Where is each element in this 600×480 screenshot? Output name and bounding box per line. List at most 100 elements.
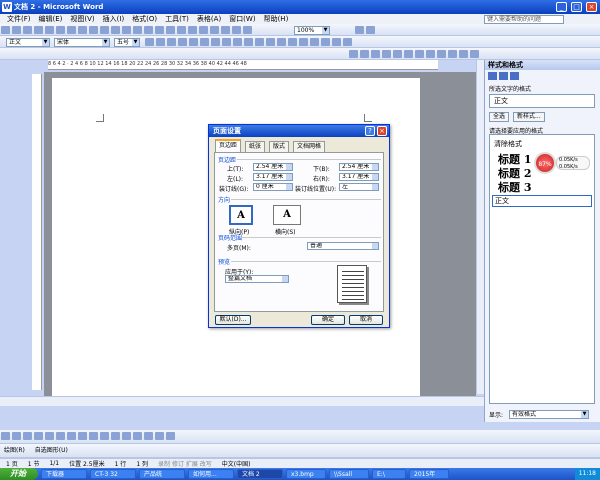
copy-icon[interactable] <box>111 26 120 34</box>
menu-format[interactable]: 格式(O) <box>128 14 161 24</box>
system-tray-clock[interactable]: 11:18 <box>574 468 600 480</box>
menu-view[interactable]: 视图(V) <box>66 14 98 24</box>
close-button[interactable]: × <box>586 2 597 12</box>
spinner-icon[interactable] <box>372 164 378 170</box>
align-justify-icon[interactable] <box>211 38 220 46</box>
taskbar-item-7[interactable]: \\Ssall <box>329 469 369 479</box>
taskbar-item-9[interactable]: 2015年 <box>409 469 449 479</box>
left-margin-input[interactable]: 3.17 厘米 <box>253 173 293 181</box>
bullets-icon[interactable] <box>277 38 286 46</box>
horizontal-ruler[interactable]: 8 6 4 2 · 2 4 6 8 10 12 14 16 18 20 22 2… <box>48 60 438 70</box>
phonetic-icon[interactable] <box>343 38 352 46</box>
vertical-ruler[interactable] <box>32 74 42 390</box>
word-app-icon[interactable]: W <box>2 2 12 12</box>
excel-icon[interactable] <box>199 26 208 34</box>
dialog-help-button[interactable]: ? <box>365 126 375 136</box>
chevron-down-icon[interactable] <box>282 276 288 282</box>
tab-layout[interactable]: 版式 <box>269 141 290 152</box>
print-preview-icon[interactable] <box>67 26 76 34</box>
taskbar-item-4[interactable]: 如何用... <box>188 469 234 479</box>
tables-icon[interactable] <box>177 26 186 34</box>
font-size-select[interactable]: 五号 ▼ <box>114 38 140 47</box>
new-doc-icon[interactable] <box>1 26 10 34</box>
draw-tool-icon-3[interactable] <box>23 432 32 440</box>
draw-tool-icon-11[interactable] <box>111 432 120 440</box>
style-select[interactable]: 正文 ▼ <box>6 38 50 47</box>
taskbar-item-1[interactable]: 下载器 <box>41 469 87 479</box>
insert-table-icon[interactable] <box>188 26 197 34</box>
distributed-icon[interactable] <box>244 38 253 46</box>
menu-help[interactable]: 帮助(H) <box>260 14 293 24</box>
top-margin-input[interactable]: 2.54 厘米 <box>253 163 293 171</box>
draw-tool-icon-14[interactable] <box>144 432 153 440</box>
zoom-select[interactable]: 100% ▼ <box>294 26 330 35</box>
save-icon[interactable] <box>23 26 32 34</box>
minimize-button[interactable]: _ <box>556 2 567 12</box>
chevron-down-icon[interactable] <box>372 243 378 249</box>
help-icon[interactable] <box>355 26 365 34</box>
taskbar-item-8[interactable]: E:\ <box>372 469 406 479</box>
toolbar-tool-icon-5[interactable] <box>393 50 402 58</box>
underline-icon[interactable] <box>167 38 176 46</box>
char-shading-icon[interactable] <box>189 38 198 46</box>
portrait-option[interactable]: A <box>229 205 253 225</box>
spelling-icon[interactable] <box>78 26 87 34</box>
columns-icon[interactable] <box>210 26 219 34</box>
toolbar-tool-icon-3[interactable] <box>371 50 380 58</box>
menu-table[interactable]: 表格(A) <box>193 14 225 24</box>
cut-icon[interactable] <box>100 26 109 34</box>
help-search-input[interactable]: 键入需要帮助的问题 <box>484 15 564 24</box>
spinner-icon[interactable] <box>286 164 292 170</box>
taskbar-item-6[interactable]: x3.bmp <box>286 469 326 479</box>
draw-tool-icon-1[interactable] <box>1 432 10 440</box>
maximize-button[interactable]: □ <box>571 2 582 12</box>
menu-insert[interactable]: 插入(I) <box>99 14 129 24</box>
menu-edit[interactable]: 编辑(E) <box>35 14 67 24</box>
spinner-icon[interactable] <box>372 174 378 180</box>
toolbar-tool-icon-4[interactable] <box>382 50 391 58</box>
open-icon[interactable] <box>12 26 21 34</box>
clear-format-item[interactable]: 清除格式 <box>494 139 522 149</box>
tab-doc-grid[interactable]: 文档网格 <box>293 141 326 152</box>
decrease-indent-icon[interactable] <box>288 38 297 46</box>
taskbar-item-2[interactable]: CT-3 32 <box>90 469 136 479</box>
highlight-icon[interactable] <box>321 38 330 46</box>
toolbar-tool-icon-7[interactable] <box>415 50 424 58</box>
new-style-button[interactable]: 新样式... <box>513 112 545 122</box>
tab-margins[interactable]: 页边距 <box>215 139 242 152</box>
gutter-input[interactable]: 0 厘米 <box>253 183 293 191</box>
taskbar-item-5[interactable]: 文档 2 <box>237 469 283 479</box>
start-button[interactable]: 开始 <box>0 468 38 480</box>
toolbar-tool-icon-12[interactable] <box>470 50 479 58</box>
drawing-icon[interactable] <box>221 26 230 34</box>
landscape-label[interactable]: 横向(S) <box>275 227 296 236</box>
bottom-margin-input[interactable]: 2.54 厘米 <box>339 163 379 171</box>
undo-icon[interactable] <box>144 26 153 34</box>
style-normal[interactable]: 正文 <box>492 195 592 207</box>
toolbar-tool-icon-9[interactable] <box>437 50 446 58</box>
toolbar-tool-icon-1[interactable] <box>349 50 358 58</box>
forward-icon[interactable] <box>499 72 508 80</box>
draw-tool-icon-4[interactable] <box>34 432 43 440</box>
font-select[interactable]: 宋体 ▼ <box>54 38 110 47</box>
draw-tool-icon-16[interactable] <box>166 432 175 440</box>
format-painter-icon[interactable] <box>133 26 142 34</box>
style-heading-3[interactable]: 标题 3 <box>498 179 531 195</box>
toolbar-tool-icon-2[interactable] <box>360 50 369 58</box>
doc-map-icon[interactable] <box>232 26 241 34</box>
align-right-icon[interactable] <box>233 38 242 46</box>
hyperlink-icon[interactable] <box>166 26 175 34</box>
chevron-down-icon[interactable] <box>372 184 378 190</box>
paste-icon[interactable] <box>122 26 131 34</box>
horizontal-scrollbar[interactable] <box>0 396 484 406</box>
draw-tool-icon-12[interactable] <box>122 432 131 440</box>
draw-tool-icon-7[interactable] <box>67 432 76 440</box>
toolbar-tool-icon-8[interactable] <box>426 50 435 58</box>
toolbar-tool-icon-6[interactable] <box>404 50 413 58</box>
apply-to-select[interactable]: 整篇文档 <box>225 275 289 283</box>
draw-tool-icon-13[interactable] <box>133 432 142 440</box>
research-icon[interactable] <box>89 26 98 34</box>
toolbar-tool-icon-11[interactable] <box>459 50 468 58</box>
draw-menu[interactable]: 绘图(R) <box>4 447 25 454</box>
menu-tools[interactable]: 工具(T) <box>161 14 193 24</box>
